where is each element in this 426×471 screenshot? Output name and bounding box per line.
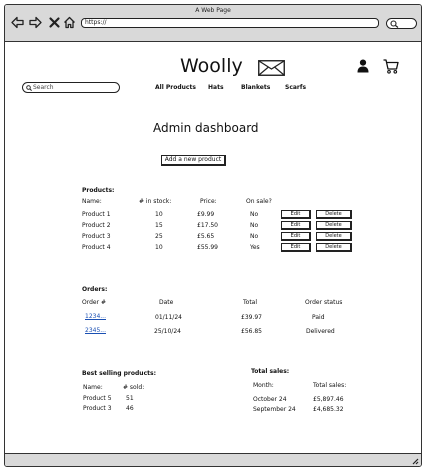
nav-all-products[interactable]: All Products bbox=[155, 84, 196, 91]
product-name: Product 1 bbox=[82, 211, 111, 218]
best-selling-header-name: Name: bbox=[83, 384, 103, 391]
delete-button[interactable]: Delete bbox=[316, 210, 352, 219]
page-title: Admin dashboard bbox=[153, 121, 259, 135]
product-sale: No bbox=[250, 222, 259, 229]
nav-scarfs[interactable]: Scarfs bbox=[285, 84, 306, 91]
product-stock: 10 bbox=[155, 211, 163, 218]
edit-button[interactable]: Edit bbox=[281, 232, 311, 241]
edit-button[interactable]: Edit bbox=[281, 210, 311, 219]
envelope-icon bbox=[258, 60, 285, 76]
product-name: Product 2 bbox=[82, 222, 111, 229]
products-header-stock: # in stock: bbox=[139, 198, 172, 205]
product-stock: 25 bbox=[155, 233, 163, 240]
page-content: Woolly Search All Products Hats Blankets… bbox=[5, 41, 421, 454]
browser-search-button[interactable] bbox=[386, 18, 417, 29]
magnifier-icon bbox=[390, 20, 399, 28]
products-header-name: Name: bbox=[82, 198, 102, 205]
total-sales-heading: Total sales: bbox=[251, 368, 290, 375]
best-selling-sold: 46 bbox=[126, 405, 134, 412]
order-total: £39.97 bbox=[241, 314, 262, 321]
best-selling-heading: Best selling products: bbox=[82, 370, 156, 377]
orders-header-status: Order status bbox=[305, 299, 343, 306]
product-price: £5.65 bbox=[197, 233, 215, 240]
order-date: 01/11/24 bbox=[155, 314, 182, 321]
order-total: £56.85 bbox=[241, 328, 262, 335]
best-selling-name: Product 5 bbox=[83, 395, 112, 402]
total-sales-total: £4,685.32 bbox=[313, 406, 344, 413]
products-header-sale: On sale? bbox=[246, 198, 272, 205]
total-sales-header-month: Month: bbox=[253, 382, 274, 389]
resize-grip-icon[interactable] bbox=[411, 457, 419, 465]
search-icon bbox=[26, 84, 32, 91]
total-sales-month: October 24 bbox=[253, 396, 287, 403]
best-selling-sold: 51 bbox=[126, 395, 134, 402]
product-stock: 15 bbox=[155, 222, 163, 229]
order-link[interactable]: 1234... bbox=[85, 313, 106, 320]
address-bar[interactable]: https:// bbox=[81, 18, 379, 28]
window-title: A Web Page bbox=[195, 7, 231, 14]
order-status: Paid bbox=[312, 314, 325, 321]
order-date: 25/10/24 bbox=[154, 328, 181, 335]
forward-arrow-icon[interactable] bbox=[29, 16, 42, 29]
edit-button[interactable]: Edit bbox=[281, 221, 311, 230]
product-sale: No bbox=[250, 233, 259, 240]
total-sales-month: September 24 bbox=[253, 406, 296, 413]
delete-button[interactable]: Delete bbox=[316, 243, 352, 252]
delete-button[interactable]: Delete bbox=[316, 221, 352, 230]
orders-header-total: Total bbox=[243, 299, 258, 306]
search-input[interactable]: Search bbox=[22, 82, 120, 93]
orders-heading: Orders: bbox=[82, 286, 108, 293]
product-price: £17.50 bbox=[197, 222, 218, 229]
product-name: Product 4 bbox=[82, 244, 111, 251]
brand-logo[interactable]: Woolly bbox=[180, 55, 243, 77]
orders-header-id: Order # bbox=[82, 299, 106, 306]
total-sales-total: £5,897.46 bbox=[313, 396, 344, 403]
edit-button[interactable]: Edit bbox=[281, 243, 311, 252]
nav-hats[interactable]: Hats bbox=[208, 84, 224, 91]
best-selling-header-sold: # sold: bbox=[123, 384, 145, 391]
products-heading: Products: bbox=[82, 187, 115, 194]
add-product-button[interactable]: Add a new product bbox=[161, 155, 226, 166]
orders-header-date: Date bbox=[159, 299, 174, 306]
cart-icon[interactable] bbox=[383, 59, 399, 74]
nav-blankets[interactable]: Blankets bbox=[241, 84, 270, 91]
home-icon[interactable] bbox=[63, 16, 76, 29]
search-placeholder: Search bbox=[33, 84, 54, 91]
product-price: £55.99 bbox=[197, 244, 218, 251]
product-stock: 10 bbox=[155, 244, 163, 251]
product-sale: Yes bbox=[250, 244, 260, 251]
product-name: Product 3 bbox=[82, 233, 111, 240]
delete-button[interactable]: Delete bbox=[316, 232, 352, 241]
browser-status-bar bbox=[5, 453, 421, 466]
user-icon[interactable] bbox=[357, 59, 369, 73]
browser-window: A Web Page https:// Woolly Search All Pr… bbox=[4, 4, 422, 467]
product-sale: No bbox=[250, 211, 259, 218]
order-link[interactable]: 2345... bbox=[85, 327, 106, 334]
order-status: Delivered bbox=[306, 328, 335, 335]
products-header-price: Price: bbox=[200, 198, 217, 205]
back-arrow-icon[interactable] bbox=[11, 16, 24, 29]
total-sales-header-total: Total sales: bbox=[313, 382, 347, 389]
browser-titlebar: A Web Page https:// bbox=[5, 5, 421, 42]
close-x-icon[interactable] bbox=[48, 16, 61, 29]
best-selling-name: Product 3 bbox=[83, 405, 112, 412]
product-price: £9.99 bbox=[197, 211, 215, 218]
